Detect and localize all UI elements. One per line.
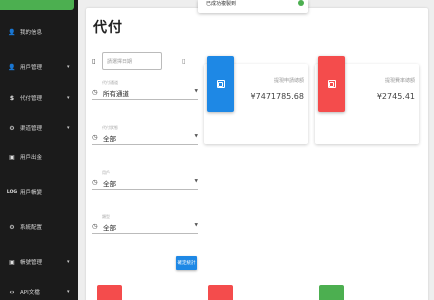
payout-status-select[interactable]: 代付狀態 ◷ 全部 ▼ [92,125,198,145]
gear-icon: ⚙ [9,124,15,132]
user-icon: 👤 [8,63,16,71]
date-input[interactable]: 請選擇日期 [102,52,162,70]
money-icon [216,80,225,88]
stat-label: 提現申請總額 [273,78,304,84]
clock-icon: ◷ [92,178,98,186]
sidebar-item-system-config[interactable]: ⚙ 系統配置 [0,220,78,234]
sidebar-item-label: 用戶出金 [20,155,43,161]
sidebar-item-user-management[interactable]: 👤 用戶管理 ▾ [0,60,78,74]
stat-icon-red [97,285,122,300]
submit-stats-button[interactable]: 確定統計 [176,256,197,270]
user-select[interactable]: 用戶 ◷ 全部 ▼ [92,170,198,190]
clock-icon: ◷ [92,133,98,141]
chevron-down-icon: ▾ [67,289,70,295]
sidebar-item-api-docs[interactable]: ‹› API文檔 ▾ [0,285,78,299]
sidebar: 👤 我的信息 👤 用戶管理 ▾ $ 代付管理 ▾ ⚙ 渠道管理 ▾ ▣ 用戶出金… [0,0,78,300]
dollar-icon: $ [9,94,15,102]
sidebar-item-user-ledger[interactable]: LOG 用戶帳變 [0,185,78,199]
chevron-down-icon: ▾ [67,259,70,265]
stat-value: ¥7471785.68 [250,92,304,101]
calendar-icon: ▯ [92,57,96,65]
chevron-down-icon: ▼ [194,89,198,94]
date-row: ▯ 請選擇日期 ▯ [92,52,198,70]
field-label: 代付狀態 [102,125,118,130]
calendar-icon[interactable]: ▯ [182,57,186,65]
sidebar-item-payout-management[interactable]: $ 代付管理 ▾ [0,91,78,105]
stat-icon-red [318,56,345,112]
sidebar-item-label: 渠道管理 [20,126,43,132]
page-title: 代付 [93,20,123,36]
stat-icon-green [319,285,344,300]
log-icon: LOG [6,189,18,195]
sidebar-item-channel-management[interactable]: ⚙ 渠道管理 ▾ [0,121,78,135]
chevron-down-icon: ▾ [67,64,70,70]
field-value: 全部 [103,224,116,232]
sidebar-item-label: API文檔 [20,290,40,296]
field-label: 類型 [102,214,110,219]
money-icon [327,80,336,88]
sidebar-item-label: 用戶帳變 [20,190,43,196]
stat-card-fee-total: 提現費率總額 ¥2745.41 [315,56,419,144]
field-value: 所有通道 [103,90,129,98]
sidebar-item-label: 我的信息 [20,30,43,36]
account-icon: ▣ [9,258,15,266]
sidebar-item-account-management[interactable]: ▣ 帳號管理 ▾ [0,255,78,269]
chevron-down-icon: ▼ [194,223,198,228]
sidebar-item-label: 帳號管理 [20,260,43,266]
date-placeholder: 請選擇日期 [107,59,133,65]
stat-card-withdrawal-total: 提現申請總額 ¥7471785.68 [204,56,308,144]
sidebar-item-label: 用戶管理 [20,65,43,71]
main-panel: 代付 ▯ 請選擇日期 ▯ 代付通道 ◷ 所有通道 ▼ 代付狀態 ◷ 全部 ▼ 用… [86,8,428,300]
stat-value: ¥2745.41 [376,92,415,101]
sidebar-item-label: 系統配置 [20,225,43,231]
money-icon: ▣ [9,153,15,161]
chevron-down-icon: ▼ [194,179,198,184]
toast-text: 已成功複製到 [206,1,237,7]
settings-icon: ⚙ [9,223,15,231]
sidebar-active-item[interactable] [0,0,74,10]
chevron-down-icon: ▾ [67,125,70,131]
stat-label: 提現費率總額 [384,78,415,84]
code-icon: ‹› [9,288,15,296]
payout-channel-select[interactable]: 代付通道 ◷ 所有通道 ▼ [92,80,198,100]
sidebar-item-my-info[interactable]: 👤 我的信息 [0,25,78,39]
clock-icon: ◷ [92,222,98,230]
stat-icon-red [208,285,233,300]
field-label: 用戶 [102,170,110,175]
type-select[interactable]: 類型 ◷ 全部 ▼ [92,214,198,234]
copy-success-toast: 已成功複製到 [198,0,308,13]
field-value: 全部 [103,135,116,143]
chevron-down-icon: ▾ [67,95,70,101]
field-label: 代付通道 [102,80,118,85]
clock-icon: ◷ [92,88,98,96]
chevron-down-icon: ▼ [194,134,198,139]
sidebar-item-user-withdrawal[interactable]: ▣ 用戶出金 [0,150,78,164]
stat-icon-blue [207,56,234,112]
sidebar-item-label: 代付管理 [20,96,43,102]
field-value: 全部 [103,180,116,188]
user-icon: 👤 [8,28,16,36]
check-icon [298,0,304,6]
